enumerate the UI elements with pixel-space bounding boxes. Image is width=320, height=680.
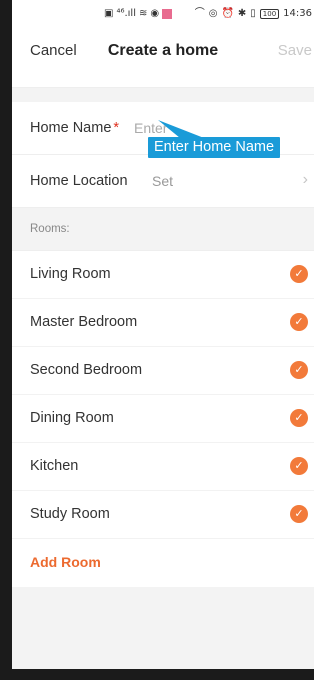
add-room-button[interactable]: Add Room xyxy=(30,554,101,570)
check-icon[interactable]: ✓ xyxy=(290,457,308,475)
rooms-section-header: Rooms: xyxy=(12,208,314,251)
room-item-second-bedroom[interactable]: Second Bedroom ✓ xyxy=(12,347,314,395)
home-location-value[interactable]: Set xyxy=(152,173,173,189)
status-left-icons: ▣ ⁴⁶.ıll ≋ ◉ xyxy=(104,8,173,19)
tooltip-enter-home-name: Enter Home Name xyxy=(148,137,281,158)
wifi-icon: ≋ xyxy=(138,8,148,19)
notification-icon xyxy=(162,9,173,19)
app-icon: ◉ xyxy=(150,8,160,19)
chevron-right-icon: › xyxy=(302,171,308,188)
clock-time: 14:36 xyxy=(283,8,312,19)
room-label: Study Room xyxy=(30,506,110,522)
add-room-row: Add Room xyxy=(12,539,314,587)
room-item-kitchen[interactable]: Kitchen ✓ xyxy=(12,443,314,491)
vibrate-icon: ▯ xyxy=(250,8,256,19)
check-icon[interactable]: ✓ xyxy=(290,313,308,331)
save-button[interactable]: Save xyxy=(278,42,312,59)
room-label: Master Bedroom xyxy=(30,314,138,330)
alarm-icon: ⏰ xyxy=(221,8,234,19)
phone-screen: ▣ ⁴⁶.ıll ≋ ◉ ⌒ ◎ ⏰ ✱ ▯ 100 14:36 Cancel … xyxy=(12,0,314,680)
check-icon[interactable]: ✓ xyxy=(290,505,308,523)
section-spacer xyxy=(12,88,314,102)
room-item-master-bedroom[interactable]: Master Bedroom ✓ xyxy=(12,299,314,347)
home-location-label: Home Location xyxy=(30,173,128,189)
required-mark: * xyxy=(113,120,120,136)
page-title: Create a home xyxy=(107,42,219,59)
sim-icon: ▣ xyxy=(104,8,114,19)
home-location-row[interactable]: Home Location Set › xyxy=(12,155,314,208)
check-icon[interactable]: ✓ xyxy=(290,361,308,379)
signal-icon: ⁴⁶.ıll xyxy=(116,8,136,19)
room-label: Dining Room xyxy=(30,410,114,426)
eye-icon: ◎ xyxy=(208,8,218,19)
headset-icon: ⌒ xyxy=(194,8,205,19)
battery-icon: 100 xyxy=(259,9,280,19)
bottom-bezel xyxy=(12,669,314,680)
left-bezel xyxy=(0,0,12,680)
rooms-list: Living Room ✓ Master Bedroom ✓ Second Be… xyxy=(12,251,314,587)
room-label: Second Bedroom xyxy=(30,362,143,378)
rooms-header-label: Rooms: xyxy=(30,223,70,235)
status-bar: ▣ ⁴⁶.ıll ≋ ◉ ⌒ ◎ ⏰ ✱ ▯ 100 14:36 xyxy=(12,0,314,30)
check-icon[interactable]: ✓ xyxy=(290,409,308,427)
room-label: Kitchen xyxy=(30,458,79,474)
room-item-dining-room[interactable]: Dining Room ✓ xyxy=(12,395,314,443)
room-item-living-room[interactable]: Living Room ✓ xyxy=(12,251,314,299)
status-right-icons: ⌒ ◎ ⏰ ✱ ▯ 100 14:36 xyxy=(195,9,312,19)
bluetooth-icon: ✱ xyxy=(237,8,247,19)
home-name-label: Home Name * xyxy=(30,120,120,136)
room-item-study-room[interactable]: Study Room ✓ xyxy=(12,491,314,539)
check-icon[interactable]: ✓ xyxy=(290,265,308,283)
room-label: Living Room xyxy=(30,266,111,282)
title-bar: Cancel Create a home Save xyxy=(12,30,314,88)
